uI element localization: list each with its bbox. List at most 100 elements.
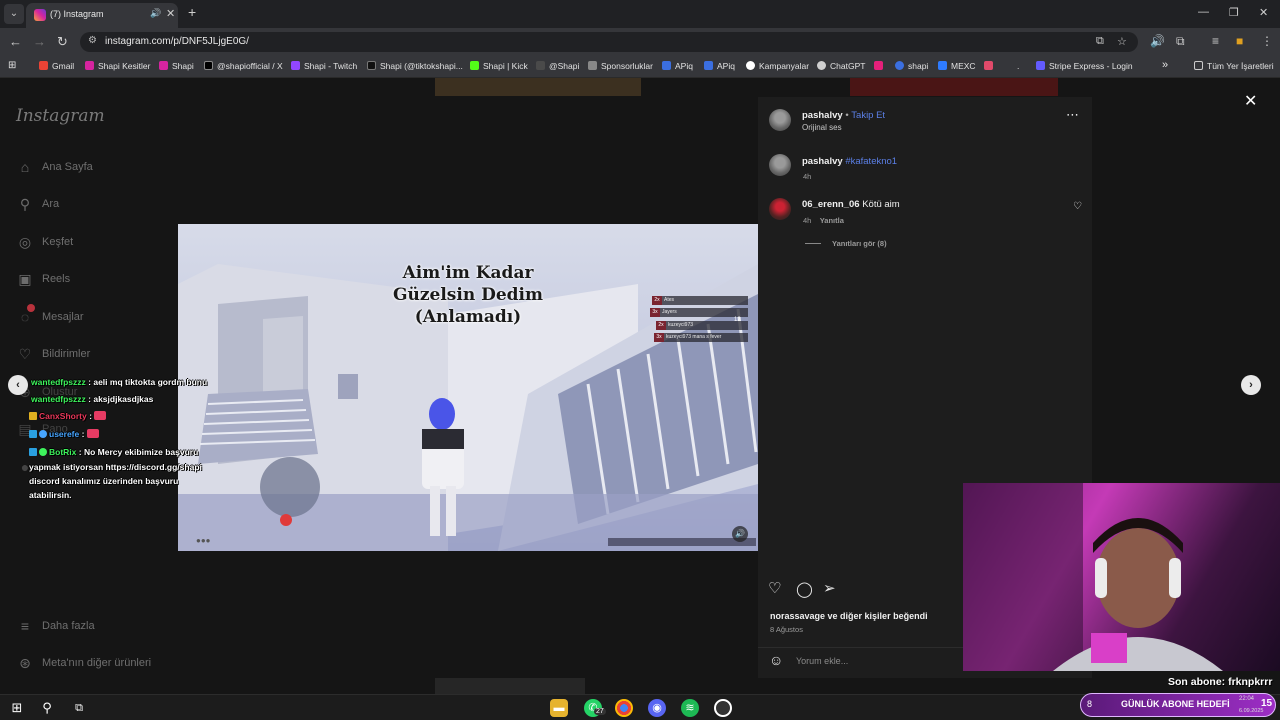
address-bar[interactable]: ⚙ instagram.com/p/DNF5JLjgE0G/ ⧉ ☆ [80, 32, 1138, 52]
bookmark-sponsorluklar[interactable]: Sponsorluklar [588, 61, 653, 71]
new-tab-button[interactable]: + [188, 4, 196, 20]
discord-icon[interactable]: ◉ [648, 699, 666, 717]
likes-text[interactable]: norassavage ve diğer kişiler beğendi [770, 611, 928, 621]
sidebar-item-explore[interactable]: ◎ Keşfet [16, 233, 166, 253]
instagram-favicon-icon [34, 9, 46, 21]
author-avatar[interactable] [769, 109, 791, 131]
bookmark-youtube[interactable]: @Shapi [536, 61, 579, 71]
install-app-icon[interactable]: ⧉ [1096, 35, 1104, 48]
post-author[interactable]: pashalvy • Takip Et [802, 110, 885, 121]
bookmark-x[interactable]: @shapiofficial / X [204, 61, 283, 71]
bookmark-kick[interactable]: Shapi | Kick [470, 61, 528, 71]
windows-start-icon[interactable]: ⊞ [8, 699, 26, 717]
background-post-thumb [435, 678, 585, 694]
close-modal-icon[interactable]: ✕ [1244, 91, 1257, 111]
sidebar-item-home[interactable]: ⌂ Ana Sayfa [16, 158, 166, 178]
bookmark-tiktok[interactable]: Shapi (@tiktokshapi... [367, 61, 463, 71]
instagram-logo[interactable]: Instagram [16, 106, 105, 126]
bookmark-shapi-lower[interactable]: shapi [895, 61, 928, 71]
bookmark-apiq-2[interactable]: APiq [704, 61, 735, 71]
prev-post-button[interactable]: ‹ [8, 375, 28, 395]
bookmark-stripe[interactable]: Stripe Express - Login [1036, 61, 1133, 71]
tab-audio-icon[interactable]: 🔊 [150, 8, 161, 19]
bookmark-chatgpt[interactable]: ChatGPT [817, 61, 865, 71]
comment-username[interactable]: 06_erenn_06 [802, 199, 860, 210]
chat-message: wantedfpszzz : aeli mq tiktokta gordm bu… [31, 377, 208, 387]
follow-button[interactable]: Takip Et [851, 110, 885, 121]
emoji-icon[interactable]: ☺ [769, 652, 783, 668]
extension-badge-icon[interactable]: ■ [1236, 34, 1243, 48]
reload-icon[interactable]: ↻ [57, 34, 68, 50]
bookmark-star-icon[interactable]: ☆ [1117, 35, 1127, 48]
shapi-icon [895, 61, 904, 70]
kill-multiplier: 2x [656, 321, 666, 330]
reading-list-icon[interactable]: ≡ [1212, 34, 1219, 48]
file-explorer-icon[interactable]: ▬ [550, 699, 568, 717]
bookmark-mexc[interactable]: MEXC [938, 61, 976, 71]
bookmark-red[interactable] [984, 61, 997, 71]
chat-badge-icon [29, 448, 37, 456]
forward-icon[interactable]: → [33, 34, 46, 49]
hashtag-link[interactable]: #kafatekno1 [845, 156, 897, 167]
sidebar-item-reels[interactable]: ▣ Reels [16, 270, 166, 290]
media-control-icon[interactable]: 🔊 [1150, 34, 1165, 48]
reply-button[interactable]: Yanıtla [820, 216, 844, 225]
bookmarks-bar: ⊞ Gmail Shapi Kesitler Shapi @shapioffic… [0, 56, 1280, 78]
url-text[interactable]: instagram.com/p/DNF5JLjgE0G/ [105, 36, 249, 47]
bookmark-gmail[interactable]: Gmail [39, 61, 74, 71]
share-icon[interactable]: ➢ [823, 579, 836, 597]
comment-icon[interactable]: ◯ [796, 580, 813, 598]
more-options-icon[interactable]: ⋯ [1066, 107, 1079, 123]
restore-icon[interactable]: ❐ [1229, 6, 1239, 19]
back-icon[interactable]: ← [9, 34, 22, 49]
bookmark-shapi-kesitler[interactable]: Shapi Kesitler [85, 61, 150, 71]
sidebar-item-notifications[interactable]: ♡ Bildirimler [16, 345, 166, 365]
more-bookmarks-icon[interactable]: » [1162, 59, 1168, 71]
taskbar-search-icon[interactable]: ⚲ [38, 699, 56, 717]
google-icon [746, 61, 755, 70]
view-replies-button[interactable]: Yanıtları gör (8) [832, 239, 887, 248]
extensions-icon[interactable]: ⧉ [1176, 34, 1185, 49]
audio-label[interactable]: Orijinal ses [802, 123, 842, 132]
kill-multiplier: 2x [652, 296, 662, 305]
caption-line: Aim'im Kadar [402, 263, 534, 283]
next-post-button[interactable]: › [1241, 375, 1261, 395]
sidebar-item-messages[interactable]: ◌ Mesajlar [16, 304, 166, 328]
caption-username[interactable]: pashalvy [802, 156, 843, 167]
chrome-icon[interactable] [615, 699, 633, 717]
close-window-icon[interactable]: ✕ [1259, 6, 1268, 19]
spotify-icon[interactable]: ≋ [681, 699, 699, 717]
bookmark-shapi[interactable]: Shapi [159, 61, 194, 71]
comment-like-icon[interactable]: ♡ [1073, 201, 1082, 212]
obs-icon[interactable] [714, 699, 732, 717]
bookmark-dot[interactable]: . [1017, 61, 1019, 71]
minimize-icon[interactable]: — [1198, 6, 1209, 18]
search-icon: ⚲ [19, 196, 31, 212]
bookmark-bi[interactable] [874, 61, 887, 71]
post-video[interactable]: Aim'im Kadar Güzelsin Dedim (Anlamadı) 2… [178, 224, 758, 551]
all-bookmarks-folder[interactable]: Tüm Yer İşaretleri [1194, 61, 1274, 71]
apiq-icon [662, 61, 671, 70]
tab-search-button[interactable]: ⌄ [4, 4, 24, 24]
chat-message: wantedfpszzz : aksjdjkasdjkas [31, 394, 154, 404]
sidebar-item-search[interactable]: ⚲ Ara [16, 195, 166, 215]
comment-input[interactable]: Yorum ekle... [796, 656, 848, 666]
like-icon[interactable]: ♡ [768, 579, 781, 597]
bookmark-twitch[interactable]: Shapi - Twitch [291, 61, 357, 71]
browser-menu-icon[interactable]: ⋮ [1261, 34, 1273, 48]
volume-icon[interactable]: 🔊 [732, 526, 748, 542]
sidebar-item-meta[interactable]: ⊛ Meta'nın diğer ürünleri [16, 654, 216, 674]
bookmark-apiq-1[interactable]: APiq [662, 61, 693, 71]
task-view-icon[interactable]: ⧉ [70, 699, 88, 717]
bookmark-kampanyalar[interactable]: Kampanyalar [746, 61, 809, 71]
browser-tab[interactable]: (7) Instagram 🔊 ✕ [26, 3, 178, 28]
tiktok-icon [367, 61, 376, 70]
unread-badge [27, 304, 35, 312]
site-info-icon[interactable]: ⚙ [88, 35, 97, 46]
apps-grid-icon[interactable]: ⊞ [8, 60, 16, 71]
commenter-avatar[interactable] [769, 198, 791, 220]
sidebar-item-more[interactable]: ≡ Daha fazla [16, 617, 166, 637]
tab-close-icon[interactable]: ✕ [166, 7, 175, 20]
instagram-icon [85, 61, 94, 70]
caption-avatar[interactable] [769, 154, 791, 176]
